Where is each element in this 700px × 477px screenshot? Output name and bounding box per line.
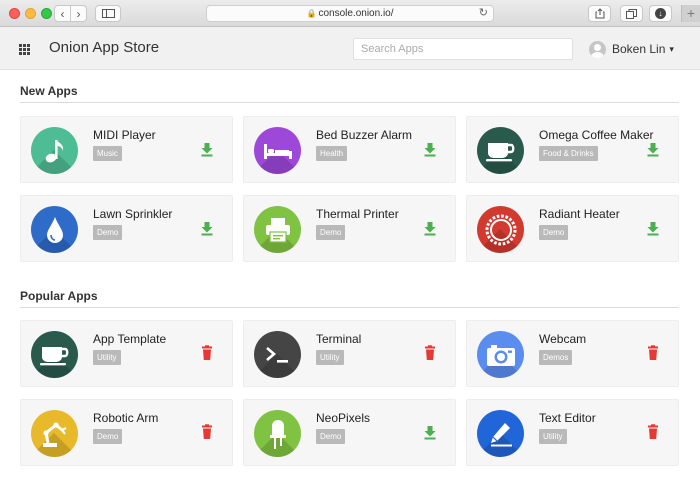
browser-toolbar: ‹ › 🔒 console.onion.io/ ↻ ↓ + [0,0,700,27]
tab-overview-button[interactable] [620,5,643,22]
app-name: Webcam [539,332,587,346]
section-title-popular-apps: Popular Apps [20,289,679,308]
category-tag: Utility [316,350,344,365]
zoom-window-button[interactable] [41,8,52,19]
category-tag: Utility [93,350,121,365]
app-name: Lawn Sprinkler [93,207,173,221]
app-card-bed-buzzer-alarm[interactable]: Bed Buzzer Alarm Health [243,116,456,183]
category-tag: Food & Drinks [539,146,598,161]
download-icon[interactable] [422,220,438,236]
category-tag: Demo [93,429,123,444]
category-tag: Demos [539,350,573,365]
app-card-text-editor[interactable]: Text Editor Utility [466,399,679,466]
trash-icon[interactable] [199,424,215,440]
app-name: MIDI Player [93,128,156,142]
trash-icon[interactable] [645,345,661,361]
printer-icon [254,206,301,253]
category-tag: Demo [93,225,123,240]
category-tag: Demo [316,225,346,240]
app-name: App Template [93,332,167,346]
led-icon [254,410,301,457]
app-grid-icon[interactable] [19,44,30,55]
trash-icon[interactable] [199,345,215,361]
user-menu[interactable]: Boken Lin ▾ [589,39,674,59]
download-icon[interactable] [645,220,661,236]
category-tag: Health [316,146,348,161]
app-card-radiant-heater[interactable]: Radiant Heater Demo [466,195,679,262]
app-name: Robotic Arm [93,411,159,425]
app-card-thermal-printer[interactable]: Thermal Printer Demo [243,195,456,262]
download-icon[interactable] [422,424,438,440]
category-tag: Music [93,146,122,161]
app-name: Bed Buzzer Alarm [316,128,413,142]
app-name: Radiant Heater [539,207,620,221]
app-card-robotic-arm[interactable]: Robotic Arm Demo [20,399,233,466]
category-tag: Demo [539,225,569,240]
download-arrow-icon: ↓ [655,8,666,19]
chevron-right-icon: › [76,6,81,21]
download-icon[interactable] [199,220,215,236]
download-icon[interactable] [645,141,661,157]
app-card-midi-player[interactable]: MIDI Player Music [20,116,233,183]
app-card-lawn-sprinkler[interactable]: Lawn Sprinkler Demo [20,195,233,262]
address-url: console.onion.io/ [318,8,394,19]
page-title: Onion App Store [49,39,160,56]
app-name: Text Editor [539,411,596,425]
trash-icon[interactable] [645,424,661,440]
new-tab-button[interactable]: + [681,5,700,22]
sidebar-icon [101,9,115,18]
app-name: Omega Coffee Maker [539,128,654,142]
robotic-arm-icon [31,410,78,457]
avatar [589,40,606,58]
bed-icon [254,127,301,174]
sidebar-toggle-button[interactable] [95,5,121,22]
share-button[interactable] [588,5,611,22]
close-window-button[interactable] [9,8,20,19]
app-name: Terminal [316,332,362,346]
app-card-terminal[interactable]: Terminal Utility [243,320,456,387]
user-name: Boken Lin [612,42,666,56]
app-name: NeoPixels [316,411,371,425]
address-bar[interactable]: 🔒 console.onion.io/ ↻ [206,5,494,22]
app-card-app-template[interactable]: App Template Utility [20,320,233,387]
app-card-webcam[interactable]: Webcam Demos [466,320,679,387]
download-icon[interactable] [199,141,215,157]
category-tag: Demo [316,429,346,444]
terminal-icon [254,331,301,378]
download-icon[interactable] [422,141,438,157]
reload-icon[interactable]: ↻ [479,6,488,21]
app-name: Thermal Printer [316,207,399,221]
forward-button[interactable]: › [70,5,87,22]
search-input[interactable] [353,38,573,60]
chevron-down-icon: ▾ [669,43,674,54]
section-title-new-apps: New Apps [20,84,679,103]
back-button[interactable]: ‹ [54,5,71,22]
water-drop-icon [31,206,78,253]
minimize-window-button[interactable] [25,8,36,19]
app-card-omega-coffee-maker[interactable]: Omega Coffee Maker Food & Drinks [466,116,679,183]
coffee-cup-icon [31,331,78,378]
camera-icon [477,331,524,378]
lock-icon: 🔒 [306,9,317,18]
music-note-icon [31,127,78,174]
trash-icon[interactable] [422,345,438,361]
app-header: Onion App Store Boken Lin ▾ [0,27,700,70]
app-card-neopixels[interactable]: NeoPixels Demo [243,399,456,466]
heater-icon [477,206,524,253]
tabs-icon [626,8,637,19]
chevron-left-icon: ‹ [60,6,65,21]
pen-icon [477,410,524,457]
coffee-cup-icon [477,127,524,174]
share-icon [595,8,604,19]
downloads-button[interactable]: ↓ [649,5,672,22]
category-tag: Utility [539,429,567,444]
